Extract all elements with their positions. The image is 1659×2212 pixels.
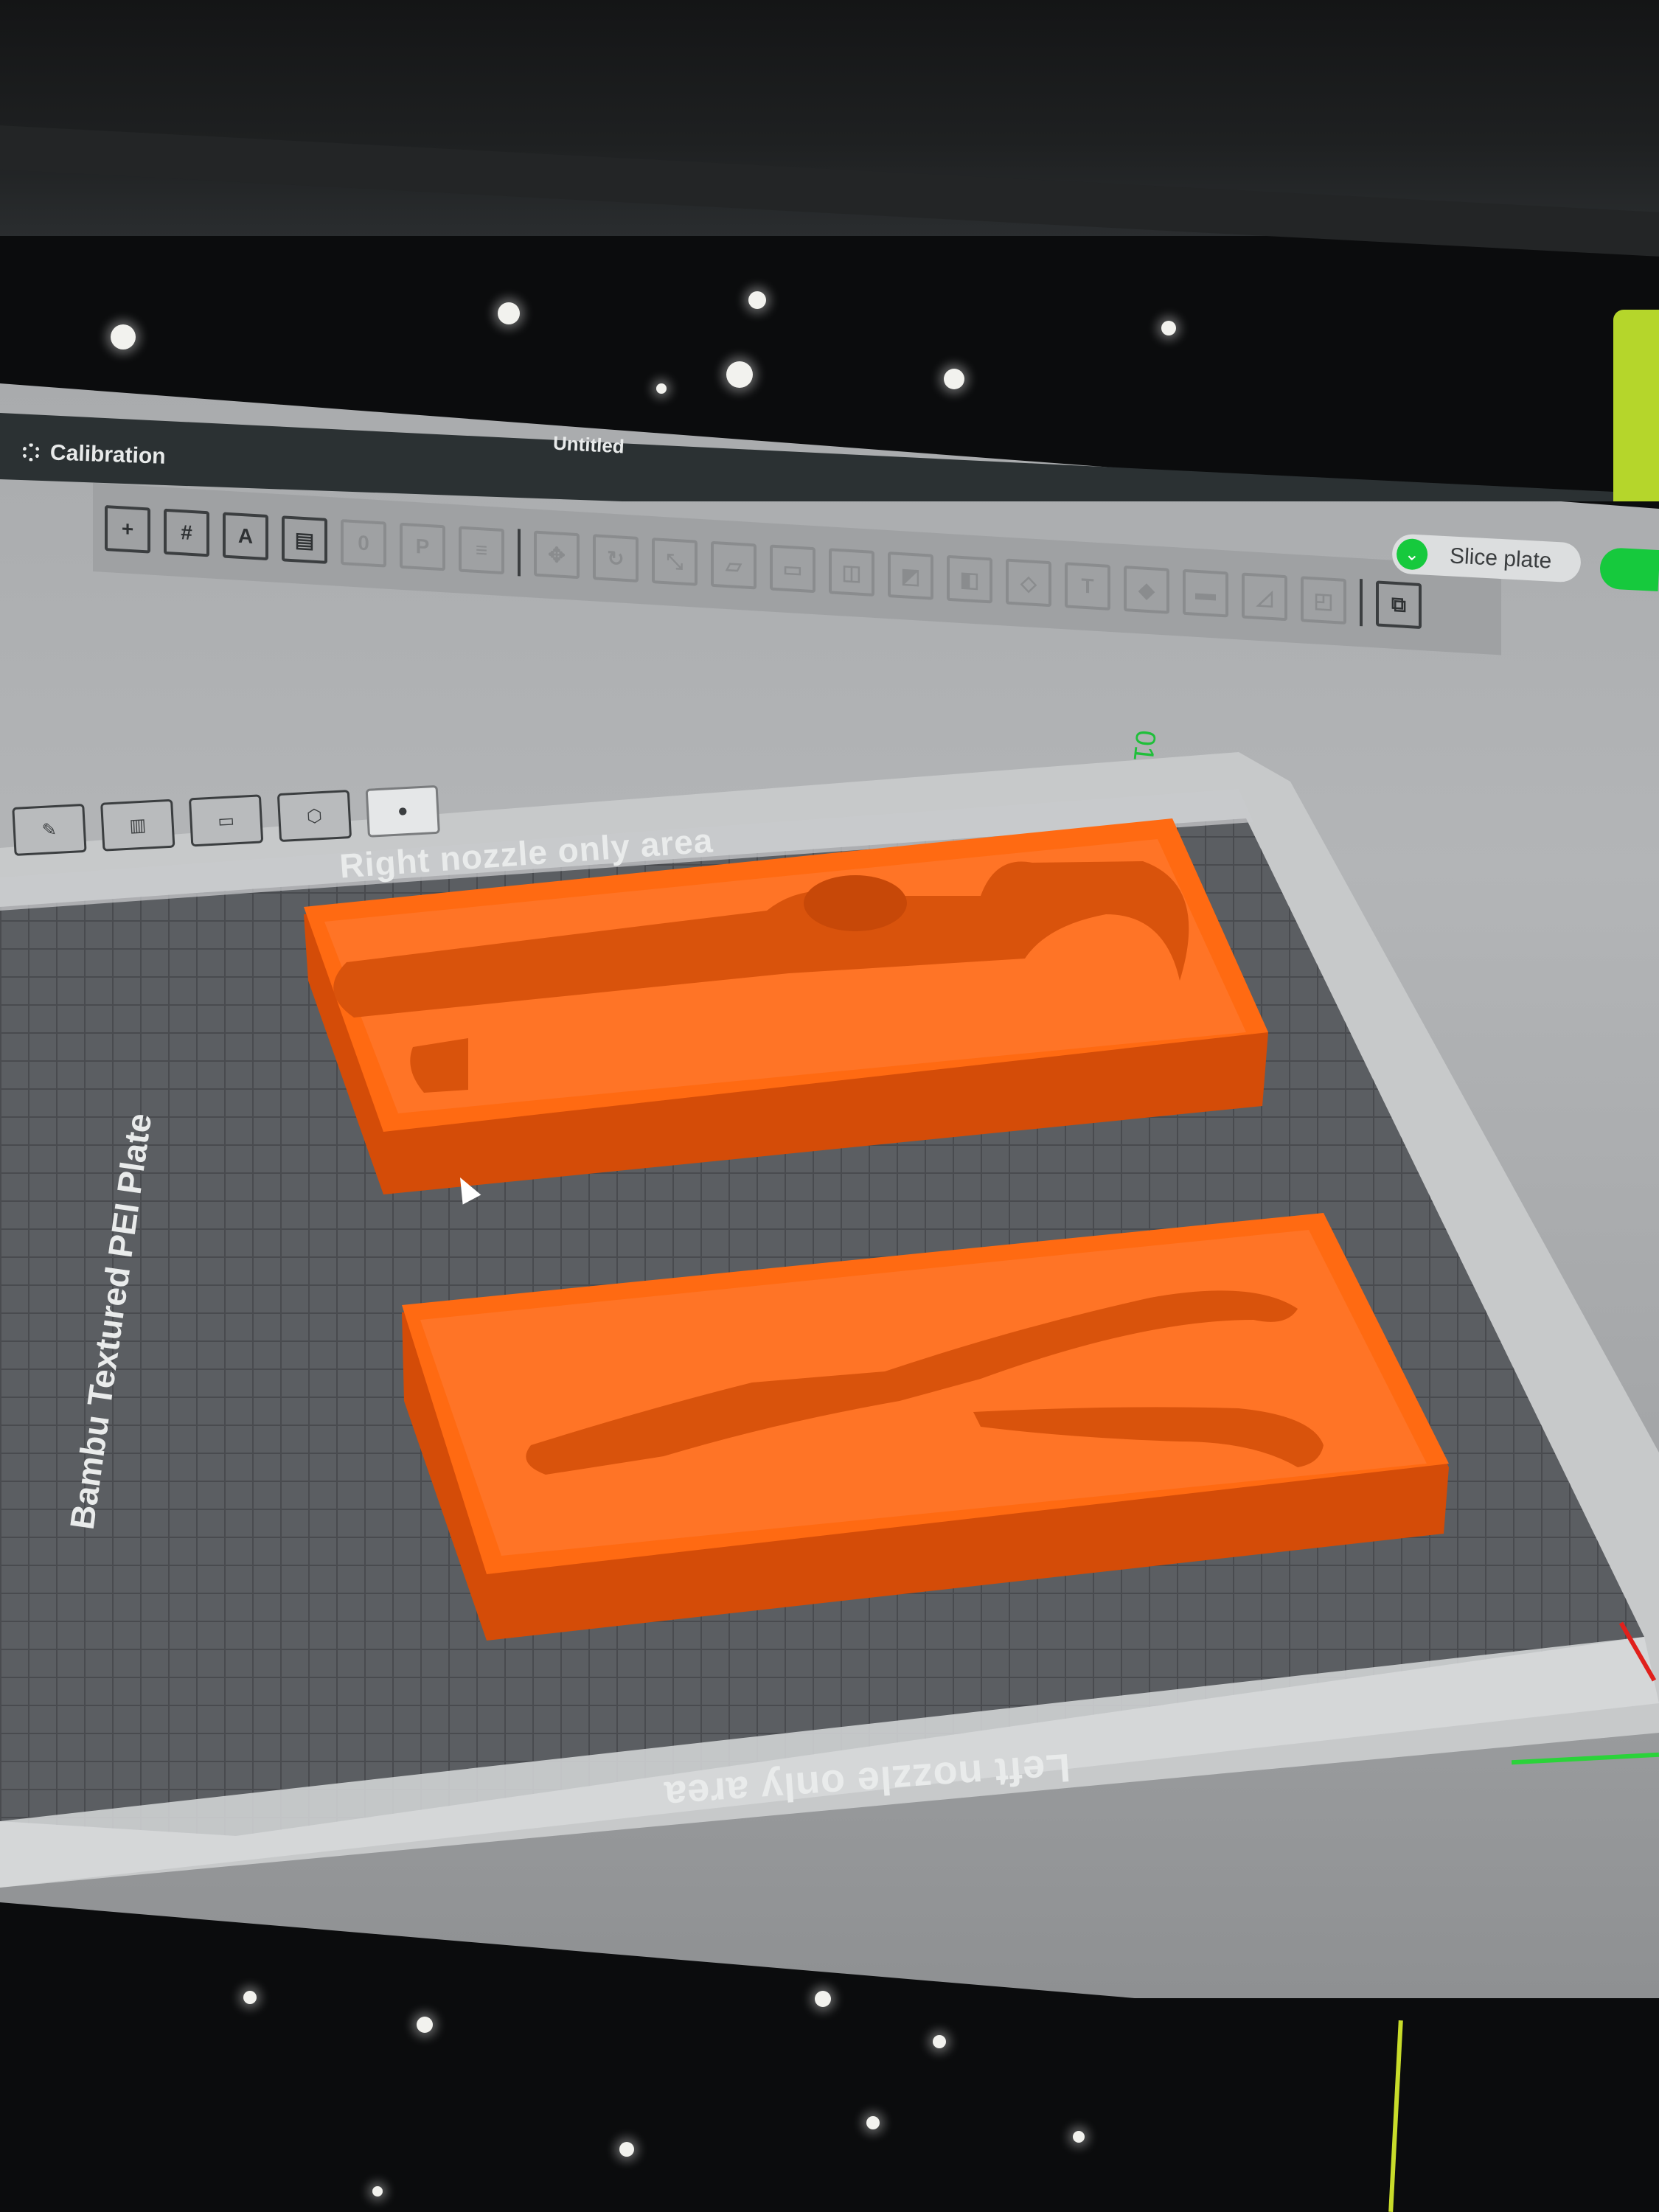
slicer-window: Calibration Untitled + # A ▤ 0 P ≡ ✥ ↻ ⤡…	[0, 0, 1659, 2212]
tray-part-2-cavity	[526, 1290, 1324, 1475]
